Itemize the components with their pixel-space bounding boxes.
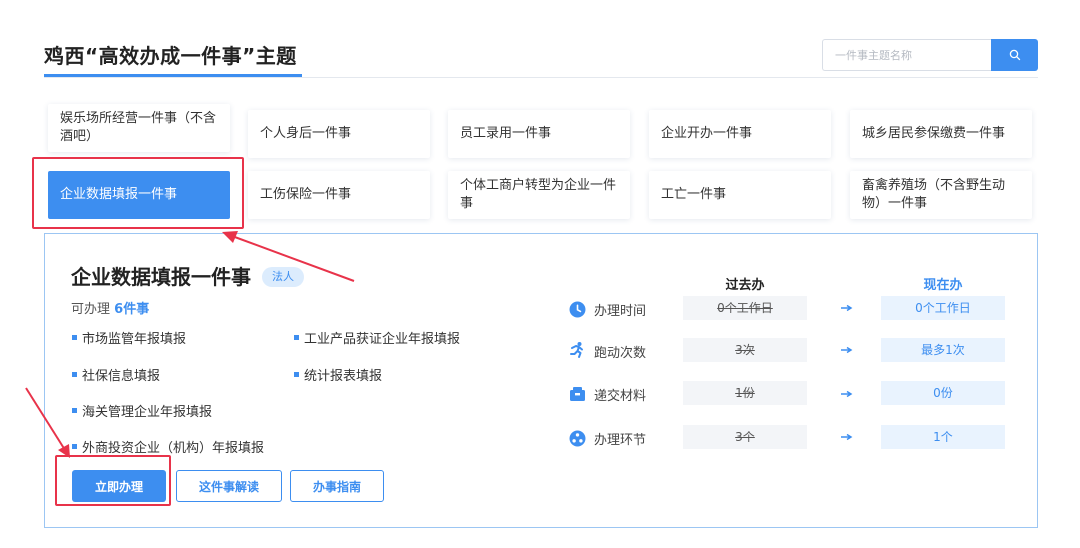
annotation-box-topic [32, 157, 244, 229]
running-icon [568, 341, 586, 359]
clock-icon [568, 300, 586, 318]
now-header: 现在办 [923, 278, 963, 293]
search-icon [1009, 49, 1020, 61]
bullet [72, 408, 77, 413]
list-item: 统计报表填报 [294, 365, 382, 384]
right-arrow-icon [841, 304, 853, 312]
now-value: 1个 [881, 425, 1005, 449]
topic-card[interactable]: 企业开办一件事 [649, 110, 831, 158]
topic-label: 工亡一件事 [661, 187, 727, 202]
page-header: 鸡西“高效办成一件事”主题 [44, 36, 1038, 78]
explain-button[interactable]: 这件事解读 [176, 470, 282, 502]
title-underline [44, 74, 302, 77]
list-item: 海关管理企业年报填报 [72, 401, 212, 420]
row-label: 办理时间 [594, 304, 647, 319]
bullet [294, 335, 299, 340]
guide-button[interactable]: 办事指南 [290, 470, 384, 502]
topic-card[interactable]: 工伤保险一件事 [248, 171, 430, 219]
list-item-label: 工业产品获证企业年报填报 [304, 332, 461, 347]
right-arrow-icon [841, 433, 853, 441]
bullet [72, 444, 77, 449]
topic-card[interactable]: 娱乐场所经营一件事（不含酒吧） [48, 104, 230, 152]
row-label: 递交材料 [594, 389, 647, 404]
topic-label: 工伤保险一件事 [260, 187, 352, 202]
topic-label: 城乡居民参保缴费一件事 [862, 126, 1006, 141]
topic-card[interactable]: 城乡居民参保缴费一件事 [850, 110, 1032, 158]
right-arrow-icon [841, 346, 853, 354]
list-item: 外商投资企业（机构）年报填报 [72, 437, 264, 456]
past-value: 1份 [683, 381, 807, 405]
right-arrow-icon [841, 390, 853, 398]
topic-label: 企业开办一件事 [661, 126, 753, 141]
topic-label: 员工录用一件事 [460, 126, 552, 141]
list-item: 社保信息填报 [72, 365, 160, 384]
row-label: 办理环节 [594, 433, 647, 448]
list-item-label: 市场监管年报填报 [82, 332, 187, 347]
past-value: 3次 [683, 338, 807, 362]
topic-card[interactable]: 个体工商户转型为企业一件事 [448, 171, 630, 219]
count-value: 6件事 [114, 302, 150, 317]
topic-card[interactable]: 工亡一件事 [649, 171, 831, 219]
topic-label: 娱乐场所经营一件事（不含酒吧） [60, 111, 217, 144]
process-icon [568, 429, 586, 447]
list-item: 工业产品获证企业年报填报 [294, 328, 460, 347]
topic-label: 个体工商户转型为企业一件事 [460, 178, 617, 211]
bullet [72, 335, 77, 340]
topic-card[interactable]: 员工录用一件事 [448, 110, 630, 158]
now-value: 最多1次 [881, 338, 1005, 362]
list-item-label: 海关管理企业年报填报 [82, 405, 213, 420]
bullet [72, 372, 77, 377]
past-value: 0个工作日 [683, 296, 807, 320]
topic-card[interactable]: 个人身后一件事 [248, 110, 430, 158]
topic-label: 个人身后一件事 [260, 126, 352, 141]
now-value: 0个工作日 [881, 296, 1005, 320]
item-count: 可办理 6件事 [71, 298, 149, 317]
list-item-label: 社保信息填报 [82, 369, 161, 384]
list-item-label: 外商投资企业（机构）年报填报 [82, 441, 265, 456]
search-input[interactable] [822, 39, 992, 71]
past-header: 过去办 [725, 278, 765, 293]
count-label: 可办理 [71, 302, 111, 317]
bullet [294, 372, 299, 377]
detail-panel: 企业数据填报一件事 法人 可办理 6件事 市场监管年报填报 工业产品获证企业年报… [44, 233, 1038, 528]
list-item-label: 统计报表填报 [304, 369, 383, 384]
list-item: 市场监管年报填报 [72, 328, 186, 347]
page-title: 鸡西“高效办成一件事”主题 [44, 44, 297, 68]
topic-card[interactable]: 畜禽养殖场（不含野生动物）一件事 [850, 171, 1032, 219]
detail-title: 企业数据填报一件事 [71, 265, 251, 289]
folder-icon [568, 385, 586, 403]
search-button[interactable] [991, 39, 1038, 71]
topic-label: 畜禽养殖场（不含野生动物）一件事 [862, 178, 1006, 211]
type-badge: 法人 [262, 267, 304, 287]
now-value: 0份 [881, 381, 1005, 405]
annotation-box-apply [55, 455, 171, 506]
row-label: 跑动次数 [594, 346, 647, 361]
past-value: 3个 [683, 425, 807, 449]
